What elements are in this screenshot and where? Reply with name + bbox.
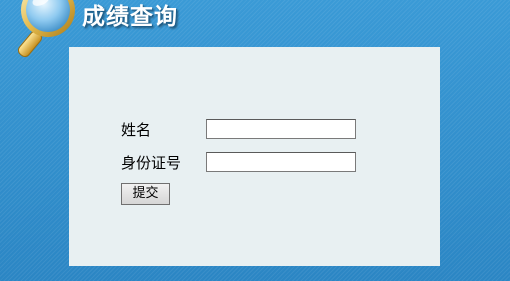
page-header: 成绩查询	[0, 0, 510, 58]
name-row: 姓名	[121, 119, 421, 141]
id-number-input[interactable]	[206, 152, 356, 172]
id-number-label: 身份证号	[121, 154, 182, 172]
id-number-row: 身份证号	[121, 152, 421, 174]
page-title: 成绩查询	[82, 4, 178, 30]
query-form-panel: 姓名 身份证号 提交	[69, 47, 440, 266]
name-label: 姓名	[121, 121, 152, 139]
submit-button[interactable]: 提交	[121, 183, 170, 205]
name-input[interactable]	[206, 119, 356, 139]
